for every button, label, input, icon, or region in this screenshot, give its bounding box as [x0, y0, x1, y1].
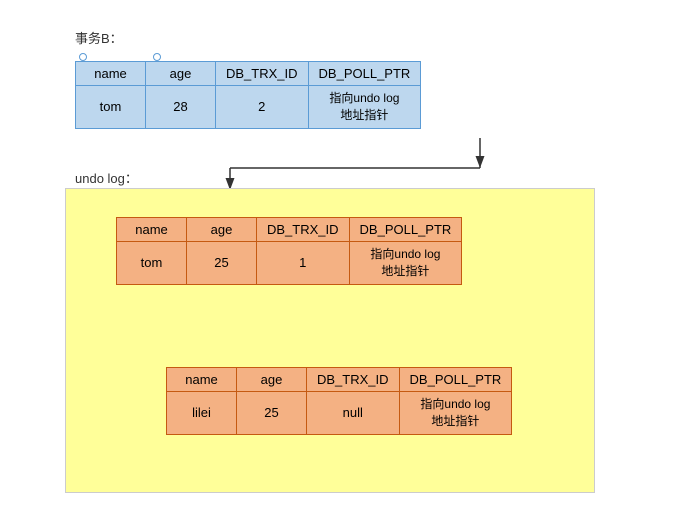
second-orange-table-container: name age DB_TRX_ID DB_POLL_PTR lilei 25 … [166, 367, 512, 435]
dot-1 [79, 53, 87, 61]
orange1-data-name: tom [117, 242, 187, 285]
blue-data-name: tom [76, 86, 146, 129]
undo-label: undo log： [75, 168, 138, 187]
blue-data-trx: 2 [216, 86, 309, 129]
blue-data-ptr: 指向undo log地址指针 [308, 86, 421, 129]
orange2-header-ptr: DB_POLL_PTR [399, 368, 512, 392]
blue-table: name age DB_TRX_ID DB_POLL_PTR tom 28 2 … [75, 61, 421, 129]
blue-data-age: 28 [146, 86, 216, 129]
blue-header-ptr: DB_POLL_PTR [308, 62, 421, 86]
orange2-header-name: name [167, 368, 237, 392]
blue-header-age: age [146, 62, 216, 86]
orange-table-2: name age DB_TRX_ID DB_POLL_PTR lilei 25 … [166, 367, 512, 435]
orange2-data-name: lilei [167, 392, 237, 435]
dot-2 [153, 53, 161, 61]
orange2-header-age: age [237, 368, 307, 392]
orange1-data-ptr: 指向undo log地址指针 [349, 242, 462, 285]
orange2-data-ptr: 指向undo log地址指针 [399, 392, 512, 435]
blue-header-name: name [76, 62, 146, 86]
blue-header-trx: DB_TRX_ID [216, 62, 309, 86]
orange1-header-age: age [187, 218, 257, 242]
orange1-data-trx: 1 [257, 242, 350, 285]
orange2-data-trx: null [307, 392, 400, 435]
first-orange-table-container: name age DB_TRX_ID DB_POLL_PTR tom 25 1 … [116, 217, 462, 285]
orange1-header-ptr: DB_POLL_PTR [349, 218, 462, 242]
orange1-header-trx: DB_TRX_ID [257, 218, 350, 242]
orange2-header-trx: DB_TRX_ID [307, 368, 400, 392]
orange1-header-name: name [117, 218, 187, 242]
orange2-data-age: 25 [237, 392, 307, 435]
yellow-undo-box: name age DB_TRX_ID DB_POLL_PTR tom 25 1 … [65, 188, 595, 493]
orange1-data-age: 25 [187, 242, 257, 285]
top-label: 事务B： [75, 28, 421, 47]
orange-table-1: name age DB_TRX_ID DB_POLL_PTR tom 25 1 … [116, 217, 462, 285]
